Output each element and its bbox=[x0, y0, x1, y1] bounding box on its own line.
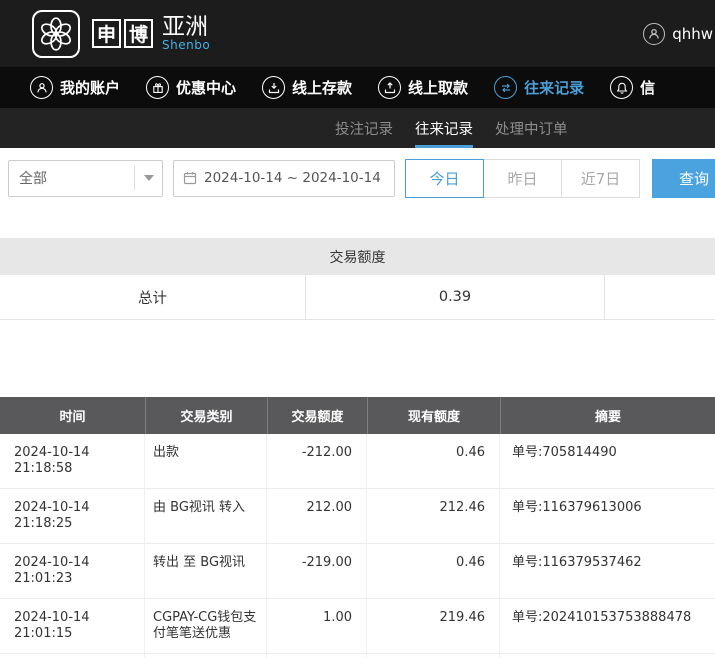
tab-processing-orders[interactable]: 处理中订单 bbox=[495, 108, 568, 148]
table-row: 2024-10-14 21:01:15 CGPAY支付 200.00 218.4… bbox=[0, 654, 715, 658]
summary-total-value: 0.39 bbox=[306, 275, 605, 319]
nav-item-label: 我的账户 bbox=[60, 77, 120, 98]
records-tab-bar: 投注记录 往来记录 处理中订单 bbox=[0, 108, 715, 148]
cell-summary: 单号:705814490 bbox=[500, 434, 715, 488]
exchange-icon bbox=[494, 76, 517, 99]
table-header-row: 时间 交易类别 交易额度 现有额度 摘要 bbox=[0, 397, 715, 434]
deposit-icon bbox=[262, 76, 285, 99]
cell-time: 2024-10-14 21:01:15 bbox=[0, 599, 145, 653]
account-icon bbox=[643, 23, 665, 45]
brand-text: 亚洲 Shenbo bbox=[162, 15, 210, 52]
cell-type: CGPAY-CG钱包支付笔笔送优惠 bbox=[145, 599, 267, 653]
nav-item-promotions[interactable]: 优惠中心 bbox=[146, 76, 236, 99]
col-header-amount: 交易额度 bbox=[267, 397, 367, 434]
brand-region: 亚洲 bbox=[162, 15, 210, 39]
transactions-table: 时间 交易类别 交易额度 现有额度 摘要 2024-10-14 21:18:58… bbox=[0, 397, 715, 658]
tab-bet-records[interactable]: 投注记录 bbox=[335, 108, 393, 148]
withdraw-icon bbox=[378, 76, 401, 99]
user-icon bbox=[30, 76, 53, 99]
cell-summary: 单号:116379537462 bbox=[500, 544, 715, 598]
summary-total-row: 总计 0.39 bbox=[0, 275, 715, 320]
cell-type: 出款 bbox=[145, 434, 267, 488]
nav-item-messages[interactable]: 信 bbox=[610, 76, 655, 99]
date-range-input[interactable]: 2024-10-14 ~ 2024-10-14 bbox=[173, 160, 395, 197]
calendar-icon bbox=[183, 171, 197, 185]
cell-amount: 1.00 bbox=[267, 599, 367, 653]
summary-total-label: 总计 bbox=[0, 275, 306, 319]
nav-item-label: 往来记录 bbox=[524, 77, 584, 98]
gift-icon bbox=[146, 76, 169, 99]
brand-char-bo: 博 bbox=[124, 19, 153, 48]
date-range-value: 2024-10-14 ~ 2024-10-14 bbox=[204, 170, 381, 186]
cell-type: 由 BG视讯 转入 bbox=[145, 489, 267, 543]
bell-icon bbox=[610, 76, 633, 99]
cell-time: 2024-10-14 21:01:15 bbox=[0, 654, 145, 658]
top-header: 申 博 亚洲 Shenbo qhhw bbox=[0, 0, 715, 67]
cell-amount: 212.00 bbox=[267, 489, 367, 543]
brand-latin: Shenbo bbox=[162, 39, 210, 52]
cell-summary: 单号:202410153753888478 bbox=[500, 599, 715, 653]
nav-item-label: 信 bbox=[640, 77, 655, 98]
col-header-balance: 现有额度 bbox=[367, 397, 500, 434]
nav-item-label: 优惠中心 bbox=[176, 77, 236, 98]
filter-bar: 全部 2024-10-14 ~ 2024-10-14 今日 昨日 近7日 查询 bbox=[0, 148, 715, 208]
summary-table: 交易额度 总计 0.39 bbox=[0, 238, 715, 320]
summary-header: 交易额度 bbox=[0, 238, 715, 275]
col-header-time: 时间 bbox=[0, 397, 145, 434]
quick-range-group: 今日 昨日 近7日 bbox=[405, 159, 640, 198]
tab-transaction-records[interactable]: 往来记录 bbox=[415, 108, 473, 148]
nav-item-my-account[interactable]: 我的账户 bbox=[30, 76, 120, 99]
cell-balance: 212.46 bbox=[367, 489, 500, 543]
nav-item-records[interactable]: 往来记录 bbox=[494, 76, 584, 99]
cell-summary: 单号:116379613006 bbox=[500, 489, 715, 543]
cell-amount: -212.00 bbox=[267, 434, 367, 488]
cell-type: 转出 至 BG视讯 bbox=[145, 544, 267, 598]
username: qhhw bbox=[672, 25, 713, 43]
cell-balance: 218.46 bbox=[367, 654, 500, 658]
nav-item-withdrawal[interactable]: 线上取款 bbox=[378, 76, 468, 99]
brand-char-shen: 申 bbox=[92, 19, 121, 48]
col-header-type: 交易类别 bbox=[145, 397, 267, 434]
main-nav: 我的账户 优惠中心 线上存款 线上取款 bbox=[0, 67, 715, 108]
cell-balance: 219.46 bbox=[367, 599, 500, 653]
cell-type: CGPAY支付 bbox=[145, 654, 267, 658]
chevron-down-icon bbox=[134, 166, 162, 191]
cell-balance: 0.46 bbox=[367, 544, 500, 598]
table-row: 2024-10-14 21:18:25 由 BG视讯 转入 212.00 212… bbox=[0, 489, 715, 544]
table-row: 2024-10-14 21:01:15 CGPAY-CG钱包支付笔笔送优惠 1.… bbox=[0, 599, 715, 654]
yesterday-button[interactable]: 昨日 bbox=[483, 159, 562, 198]
account-menu[interactable]: qhhw bbox=[643, 23, 715, 45]
col-header-summary: 摘要 bbox=[500, 397, 715, 434]
nav-item-label: 线上存款 bbox=[292, 77, 352, 98]
table-row: 2024-10-14 21:01:23 转出 至 BG视讯 -219.00 0.… bbox=[0, 544, 715, 599]
cell-balance: 0.46 bbox=[367, 434, 500, 488]
cell-time: 2024-10-14 21:18:58 bbox=[0, 434, 145, 488]
cell-amount: 200.00 bbox=[267, 654, 367, 658]
category-select[interactable]: 全部 bbox=[8, 160, 163, 197]
table-row: 2024-10-14 21:18:58 出款 -212.00 0.46 单号:7… bbox=[0, 434, 715, 489]
cell-time: 2024-10-14 21:01:23 bbox=[0, 544, 145, 598]
nav-item-deposit[interactable]: 线上存款 bbox=[262, 76, 352, 99]
today-button[interactable]: 今日 bbox=[405, 159, 484, 198]
cell-amount: -219.00 bbox=[267, 544, 367, 598]
last7days-button[interactable]: 近7日 bbox=[561, 159, 640, 198]
search-button[interactable]: 查询 bbox=[652, 159, 715, 198]
flower-logo-icon bbox=[32, 10, 80, 58]
category-select-value: 全部 bbox=[9, 168, 134, 188]
cell-summary: 单号:202410153753888478 bbox=[500, 654, 715, 658]
cell-time: 2024-10-14 21:18:25 bbox=[0, 489, 145, 543]
nav-item-label: 线上取款 bbox=[408, 77, 468, 98]
summary-empty-cell bbox=[605, 275, 715, 319]
